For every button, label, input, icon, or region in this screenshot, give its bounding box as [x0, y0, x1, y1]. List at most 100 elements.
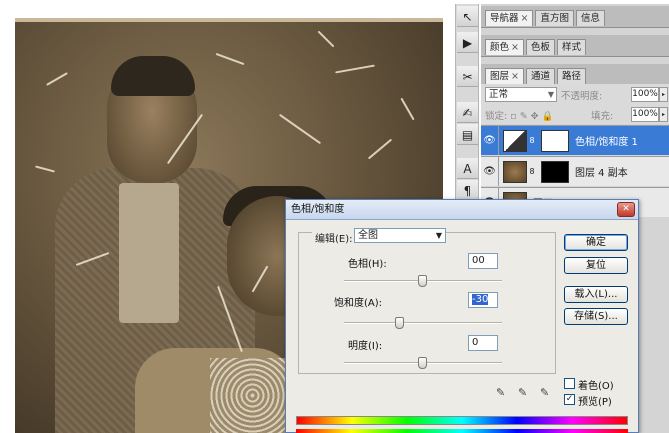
lock-label: 锁定: — [485, 111, 508, 122]
hue-spectrum-bar-adjusted — [296, 429, 628, 433]
saturation-input[interactable]: -30 — [468, 292, 498, 308]
dialog-title: 色相/饱和度 — [286, 200, 638, 220]
layer-mask-thumbnail — [541, 160, 569, 183]
lock-row: 锁定: ▫ ✎ ✥ 🔒 — [485, 108, 553, 122]
close-icon[interactable]: ✕ — [617, 202, 635, 217]
hue-slider-knob[interactable] — [418, 275, 427, 287]
layer-row[interactable]: 👁 8 色相/饱和度 1 — [481, 125, 669, 155]
preview-label: 预览(P) — [578, 397, 612, 408]
opacity-stepper-icon[interactable]: ▸ — [659, 87, 668, 102]
tab-label: 通道 — [530, 71, 550, 82]
tab-label: 颜色 — [490, 42, 510, 53]
layer-name: 图层 4 副本 — [575, 168, 628, 179]
photo-man-shirt — [119, 183, 179, 323]
tab-swatches[interactable]: 色板 — [525, 39, 555, 55]
navigator-panel-tabs: 导航器 × 直方图 信息 — [481, 6, 669, 28]
eye-icon[interactable]: 👁 — [481, 126, 499, 155]
close-icon[interactable]: × — [511, 42, 519, 53]
chevron-down-icon: ▼ — [547, 90, 554, 99]
scissors-icon[interactable]: ✂ — [457, 66, 478, 87]
load-button[interactable]: 载入(L)... — [564, 286, 628, 303]
lock-icons[interactable]: ▫ ✎ ✥ 🔒 — [510, 111, 553, 122]
blend-mode-value: 正常 — [489, 89, 509, 100]
photo-crack — [278, 113, 322, 145]
fill-stepper-icon[interactable]: ▸ — [659, 107, 668, 122]
photo-crack — [400, 97, 415, 121]
lightness-label: 明度(I): — [348, 341, 383, 352]
hue-spectrum-bar — [296, 416, 628, 425]
tab-histogram[interactable]: 直方图 — [535, 10, 574, 26]
tab-channels[interactable]: 通道 — [525, 68, 555, 84]
tab-layers[interactable]: 图层 × — [485, 68, 524, 84]
actions-icon[interactable]: ▶ — [457, 32, 478, 53]
layer-thumbnail — [503, 160, 527, 183]
saturation-value: -30 — [472, 294, 489, 305]
close-icon[interactable]: × — [521, 13, 529, 24]
tab-paths[interactable]: 路径 — [557, 68, 587, 84]
edit-value: 全图 — [358, 230, 378, 241]
tab-label: 样式 — [562, 42, 582, 53]
tab-navigator[interactable]: 导航器 × — [485, 10, 534, 26]
lightness-slider-knob[interactable] — [418, 357, 427, 369]
photoshop-window: ↖ ▶ ✂ ✍ ▤ A ¶ 导航器 × 直方图 信息 颜色 × 色板 样式 图层 × … — [0, 0, 669, 433]
saturation-slider-track[interactable] — [344, 322, 502, 324]
photo-crack — [335, 64, 375, 74]
photo-man-hair — [111, 56, 195, 96]
tab-label: 导航器 — [490, 13, 519, 24]
adjustment-layer-thumbnail — [503, 129, 527, 152]
chevron-down-icon: ▼ — [435, 231, 442, 240]
close-icon[interactable]: × — [511, 71, 519, 82]
tab-label: 路径 — [562, 71, 582, 82]
blend-mode-select[interactable]: 正常 ▼ — [485, 87, 557, 102]
tab-styles[interactable]: 样式 — [557, 39, 587, 55]
tab-label: 信息 — [581, 13, 601, 24]
colorize-checkbox[interactable] — [564, 378, 575, 389]
link-icon: 8 — [529, 167, 535, 176]
brush-preset-icon[interactable]: ✍ — [457, 102, 478, 123]
opacity-label: 不透明度: — [561, 91, 603, 102]
color-panel-tabs: 颜色 × 色板 样式 — [481, 35, 669, 57]
photo-crack — [215, 52, 245, 66]
hue-input[interactable]: 00 — [468, 253, 498, 269]
hue-saturation-dialog: 色相/饱和度 ✕ 编辑(E): 全图 ▼ 色相(H): 00 饱和度(A): -3… — [285, 199, 639, 433]
layer-row[interactable]: 👁 8 图层 4 副本 — [481, 156, 669, 186]
photo-crack — [317, 30, 335, 48]
eyedropper-minus-icon[interactable]: ✎ — [540, 386, 549, 399]
layers-panel-tabs: 图层 × 通道 路径 — [481, 64, 669, 86]
eyedropper-icon[interactable]: ✎ — [496, 386, 505, 399]
colorize-label: 着色(O) — [578, 381, 614, 392]
save-button[interactable]: 存储(S)... — [564, 308, 628, 325]
tab-label: 图层 — [490, 71, 510, 82]
tab-label: 色板 — [530, 42, 550, 53]
tab-label: 直方图 — [540, 13, 569, 24]
saturation-label: 饱和度(A): — [334, 298, 383, 309]
preview-checkbox[interactable]: ✓ — [564, 394, 575, 405]
eye-icon[interactable]: 👁 — [481, 157, 499, 186]
tab-color[interactable]: 颜色 × — [485, 39, 524, 55]
character-icon[interactable]: A — [457, 158, 478, 179]
photo-crack — [367, 138, 393, 160]
saturation-slider-knob[interactable] — [395, 317, 404, 329]
lightness-input[interactable]: 0 — [468, 335, 498, 351]
layer-mask-thumbnail — [541, 129, 569, 152]
link-icon: 8 — [529, 136, 535, 145]
photo-crack — [46, 72, 68, 86]
tab-info[interactable]: 信息 — [576, 10, 606, 26]
canvas-border — [15, 18, 443, 22]
paragraph-icon[interactable]: ¶ — [457, 180, 478, 201]
layers-toolbar: 正常 ▼ 不透明度: 100% ▸ 锁定: ▫ ✎ ✥ 🔒 填充: 100% ▸ — [481, 84, 669, 124]
photo-crack — [35, 165, 55, 173]
hue-label: 色相(H): — [348, 259, 387, 270]
eyedropper-plus-icon[interactable]: ✎ — [518, 386, 527, 399]
photo-lace-cloth — [210, 358, 295, 433]
path-select-icon[interactable]: ↖ — [457, 6, 478, 27]
layer-name: 色相/饱和度 1 — [575, 137, 638, 148]
reset-button[interactable]: 复位 — [564, 257, 628, 274]
clone-source-icon[interactable]: ▤ — [457, 124, 478, 145]
opacity-input[interactable]: 100% — [631, 87, 659, 102]
fill-input[interactable]: 100% — [631, 107, 659, 122]
ok-button[interactable]: 确定 — [564, 234, 628, 251]
edit-select[interactable]: 全图 ▼ — [354, 228, 446, 243]
edit-label: 编辑(E): — [312, 230, 356, 245]
fill-label: 填充: — [591, 111, 614, 122]
